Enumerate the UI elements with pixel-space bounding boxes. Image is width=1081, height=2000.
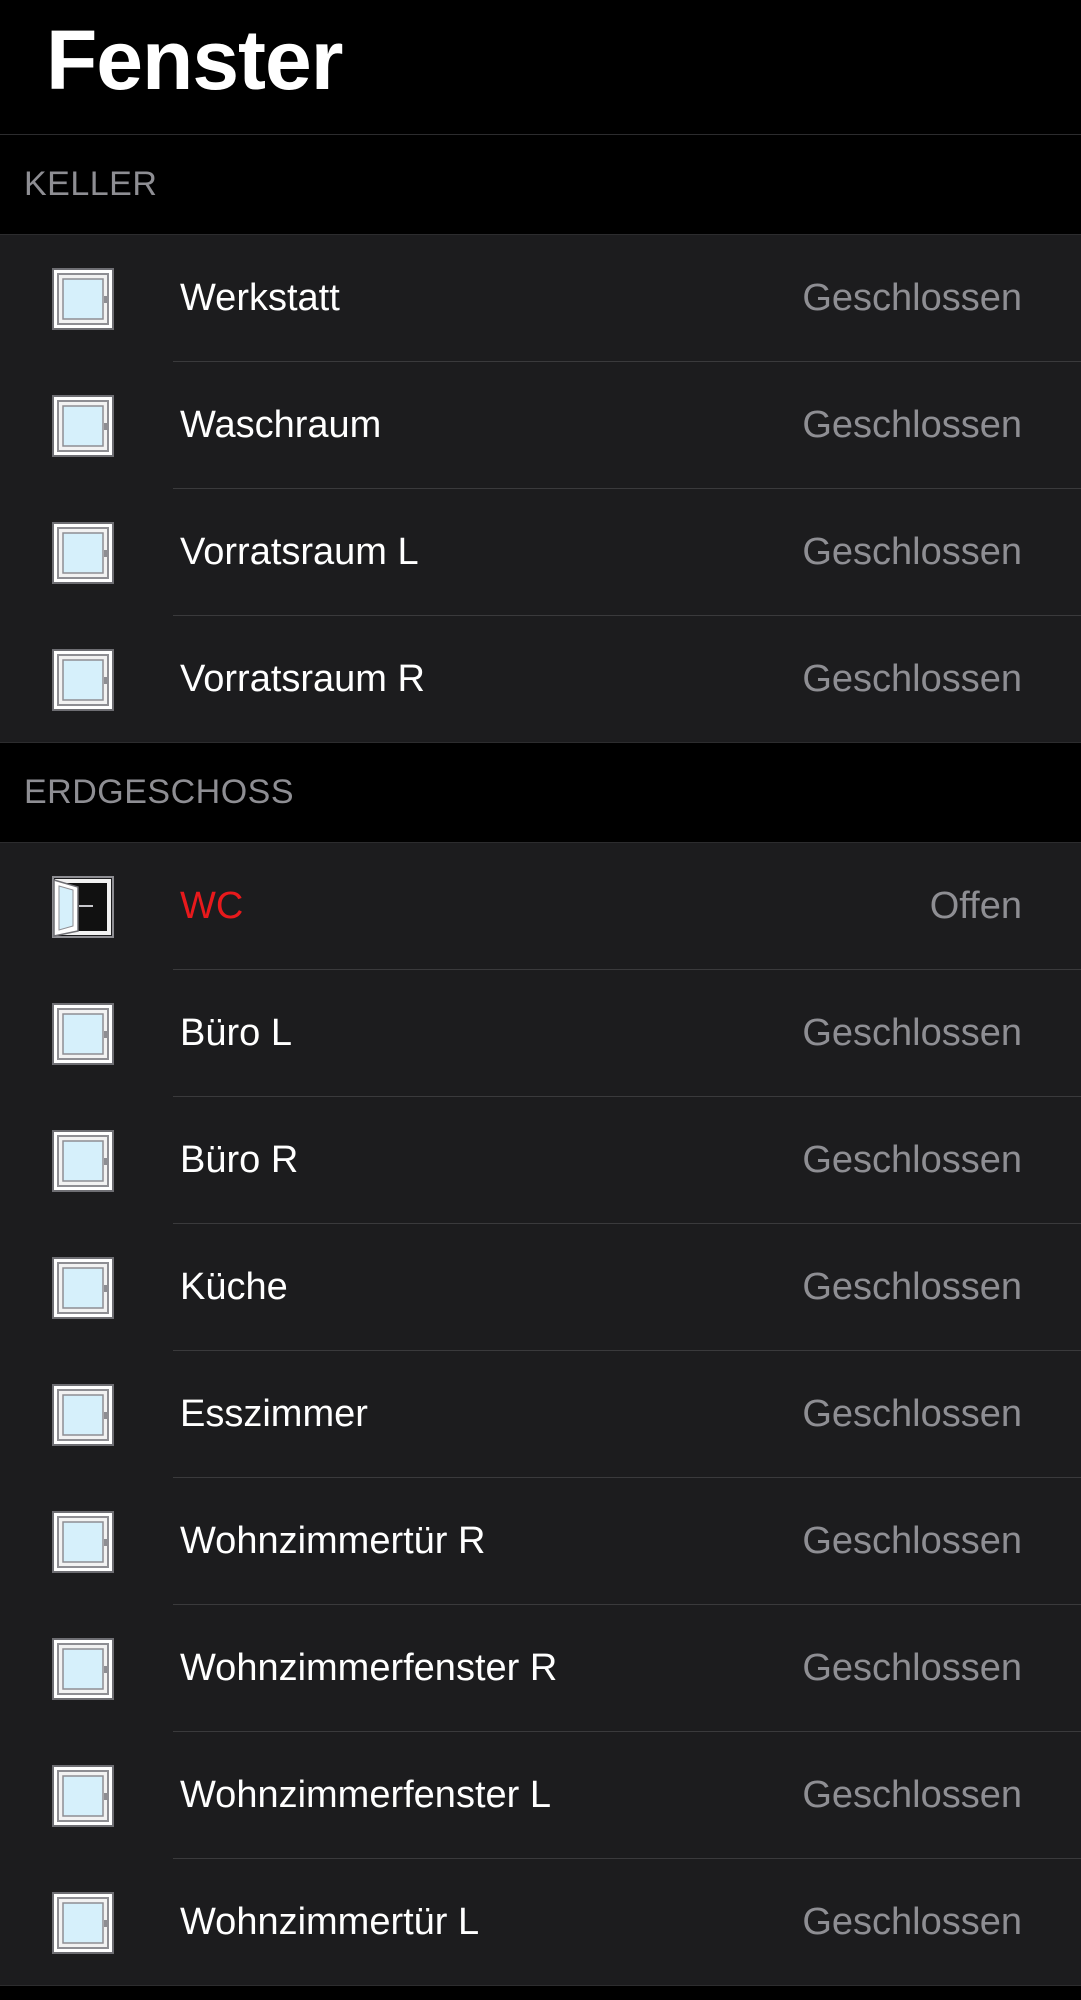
list-item[interactable]: WC Offen bbox=[0, 843, 1081, 970]
window-closed-icon bbox=[52, 394, 114, 457]
list-item[interactable]: Esszimmer Geschlossen bbox=[0, 1351, 1081, 1478]
footer-gap bbox=[0, 1986, 1081, 2000]
window-closed-icon bbox=[52, 267, 114, 330]
page-title: Fenster bbox=[46, 13, 343, 107]
window-closed-icon bbox=[52, 1891, 114, 1954]
item-label: Wohnzimmertür L bbox=[180, 1901, 480, 1943]
window-closed-icon bbox=[52, 1129, 114, 1192]
nav-header: Fenster bbox=[0, 0, 1081, 135]
item-status: Geschlossen bbox=[802, 531, 1022, 573]
window-closed-icon bbox=[52, 1510, 114, 1573]
item-label: Büro L bbox=[180, 1012, 292, 1054]
item-label: Esszimmer bbox=[180, 1393, 368, 1435]
section-list-erdgeschoss: WC Offen Büro L Geschlossen Büro R Gesch… bbox=[0, 843, 1081, 1986]
item-status: Geschlossen bbox=[802, 1520, 1022, 1562]
item-status: Geschlossen bbox=[802, 658, 1022, 700]
item-label: Vorratsraum R bbox=[180, 658, 425, 700]
item-label: Vorratsraum L bbox=[180, 531, 419, 573]
window-closed-icon bbox=[52, 521, 114, 584]
window-closed-icon bbox=[52, 1637, 114, 1700]
item-status: Geschlossen bbox=[802, 404, 1022, 446]
window-closed-icon bbox=[52, 648, 114, 711]
screen: Fenster KELLER Werkstatt Geschlossen Was… bbox=[0, 0, 1081, 2000]
window-open-icon bbox=[52, 875, 114, 938]
list-item[interactable]: Wohnzimmerfenster R Geschlossen bbox=[0, 1605, 1081, 1732]
list-item[interactable]: Küche Geschlossen bbox=[0, 1224, 1081, 1351]
item-label: Büro R bbox=[180, 1139, 299, 1181]
window-closed-icon bbox=[52, 1764, 114, 1827]
list-item[interactable]: Wohnzimmertür L Geschlossen bbox=[0, 1859, 1081, 1986]
item-status: Geschlossen bbox=[802, 277, 1022, 319]
item-status: Geschlossen bbox=[802, 1647, 1022, 1689]
window-closed-icon bbox=[52, 1002, 114, 1065]
item-status: Geschlossen bbox=[802, 1012, 1022, 1054]
section-header-erdgeschoss: ERDGESCHOSS bbox=[0, 743, 1081, 843]
list-item[interactable]: Wohnzimmerfenster L Geschlossen bbox=[0, 1732, 1081, 1859]
list-item[interactable]: Büro L Geschlossen bbox=[0, 970, 1081, 1097]
item-label: Wohnzimmerfenster L bbox=[180, 1774, 551, 1816]
list-item[interactable]: Wohnzimmertür R Geschlossen bbox=[0, 1478, 1081, 1605]
item-status: Geschlossen bbox=[802, 1901, 1022, 1943]
item-label: Küche bbox=[180, 1266, 288, 1308]
section-header-keller: KELLER bbox=[0, 135, 1081, 235]
item-status: Geschlossen bbox=[802, 1139, 1022, 1181]
item-status: Geschlossen bbox=[802, 1266, 1022, 1308]
list-item[interactable]: Vorratsraum L Geschlossen bbox=[0, 489, 1081, 616]
item-label: WC bbox=[180, 885, 244, 927]
section-list-keller: Werkstatt Geschlossen Waschraum Geschlos… bbox=[0, 235, 1081, 743]
item-label: Waschraum bbox=[180, 404, 382, 446]
item-label: Werkstatt bbox=[180, 277, 340, 319]
row-separator bbox=[0, 742, 1081, 743]
item-label: Wohnzimmerfenster R bbox=[180, 1647, 558, 1689]
item-label: Wohnzimmertür R bbox=[180, 1520, 486, 1562]
list-item[interactable]: Werkstatt Geschlossen bbox=[0, 235, 1081, 362]
window-closed-icon bbox=[52, 1256, 114, 1319]
item-status: Geschlossen bbox=[802, 1393, 1022, 1435]
list-item[interactable]: Büro R Geschlossen bbox=[0, 1097, 1081, 1224]
item-status: Offen bbox=[929, 885, 1022, 927]
list-item[interactable]: Waschraum Geschlossen bbox=[0, 362, 1081, 489]
list-item[interactable]: Vorratsraum R Geschlossen bbox=[0, 616, 1081, 743]
window-closed-icon bbox=[52, 1383, 114, 1446]
item-status: Geschlossen bbox=[802, 1774, 1022, 1816]
row-separator bbox=[0, 1985, 1081, 1986]
